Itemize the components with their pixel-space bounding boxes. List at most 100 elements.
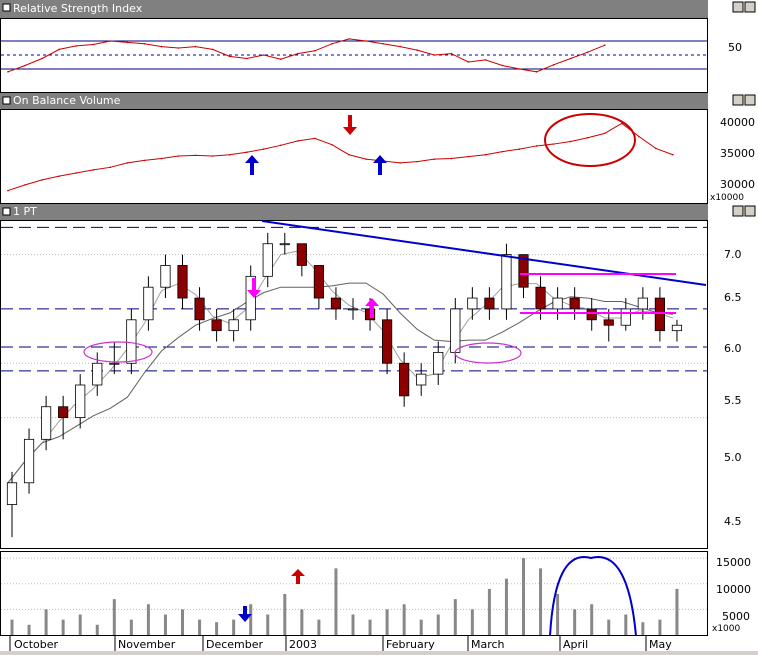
price-up-candle xyxy=(6,482,18,505)
obv-point xyxy=(501,150,504,153)
obv-point xyxy=(535,145,538,147)
month-label: October xyxy=(14,638,58,651)
month-label: April xyxy=(563,638,588,651)
volume-bar xyxy=(470,609,474,635)
obv-point xyxy=(262,148,265,150)
rsi-point xyxy=(58,48,60,51)
volume-bar xyxy=(266,614,270,635)
price-up-candle xyxy=(126,319,137,364)
obv-point xyxy=(655,147,657,150)
rsi-collapse-icon[interactable] xyxy=(2,3,11,12)
price-collapse-icon[interactable] xyxy=(2,207,11,216)
price-up-candle xyxy=(109,362,120,365)
price-down-candle xyxy=(296,243,307,266)
rsi-point xyxy=(450,52,453,55)
price-down-candle xyxy=(535,286,546,310)
obv-tick-label: 30000 xyxy=(720,178,755,191)
obv-point xyxy=(331,143,333,146)
price-up-candle xyxy=(552,297,563,310)
rsi-point xyxy=(552,64,555,66)
rsi-point xyxy=(365,40,367,42)
price-down-candle xyxy=(313,265,324,299)
volume-bar xyxy=(283,594,287,635)
obv-blue-up-arrow xyxy=(245,155,259,175)
obv-tick-label: 40000 xyxy=(720,116,755,129)
volume-bar xyxy=(641,622,645,635)
volume-bar xyxy=(44,609,48,635)
price-up-candle xyxy=(620,308,631,326)
obv-point xyxy=(280,144,282,147)
rsi-close-icon[interactable] xyxy=(744,1,756,13)
month-label: May xyxy=(649,638,672,651)
price-up-candle xyxy=(279,243,290,246)
price-close-icon[interactable] xyxy=(744,205,756,217)
volume-bar xyxy=(436,614,440,635)
volume-bar xyxy=(95,624,99,635)
obv-point xyxy=(467,155,470,158)
rsi-point xyxy=(160,45,163,48)
rsi-point xyxy=(603,44,606,46)
month-label: November xyxy=(118,638,176,651)
volume-tick-label: 5000 xyxy=(722,610,750,623)
price-up-candle xyxy=(450,308,461,353)
volume-bar xyxy=(419,619,423,635)
rsi-tick-label: 50 xyxy=(728,41,742,54)
obv-point xyxy=(75,172,77,174)
volume-bar xyxy=(181,609,184,635)
price-up-candle xyxy=(41,406,52,440)
rsi-point xyxy=(7,71,9,73)
obv-point xyxy=(314,137,316,140)
obv-point xyxy=(92,169,95,171)
price-up-candle xyxy=(347,308,359,311)
volume-bar xyxy=(385,609,389,635)
price-down-candle xyxy=(58,406,69,419)
obv-point xyxy=(603,132,606,135)
obv-minimize-icon[interactable] xyxy=(732,94,744,106)
obv-point xyxy=(518,148,521,150)
price-down-candle xyxy=(603,319,614,326)
volume-bar xyxy=(146,604,150,635)
price-up-candle xyxy=(501,254,512,310)
obv-point xyxy=(450,157,453,160)
price-up-candle xyxy=(160,265,171,288)
obv-point xyxy=(126,162,129,164)
obv-point xyxy=(672,153,674,156)
obv-plot xyxy=(7,122,674,192)
price-title: 1 PT xyxy=(13,205,37,218)
obv-point xyxy=(109,166,112,169)
price-up-candle xyxy=(262,243,273,277)
volume-bar xyxy=(556,594,560,635)
price-down-candle xyxy=(569,297,580,310)
price-up-candle xyxy=(228,319,239,332)
volume-bar xyxy=(573,609,577,635)
rsi-point xyxy=(314,50,316,52)
rsi-point xyxy=(484,59,487,61)
volume-bar xyxy=(317,619,321,635)
price-down-candle xyxy=(586,308,597,321)
price-tick-label: 6.5 xyxy=(724,291,742,304)
chart-window: Relative Strength Index On Balance Volum… xyxy=(0,0,758,651)
price-up-candle xyxy=(75,384,86,418)
obv-point xyxy=(143,159,146,162)
volume-bar xyxy=(504,578,508,635)
obv-collapse-icon[interactable] xyxy=(2,96,11,105)
rsi-point xyxy=(535,71,538,73)
rsi-point xyxy=(518,68,521,70)
volume-bar xyxy=(61,619,65,635)
price-minimize-icon[interactable] xyxy=(732,205,744,217)
obv-point xyxy=(194,154,197,157)
obv-point xyxy=(58,175,60,177)
volume-bar xyxy=(112,599,116,635)
obv-point xyxy=(586,136,589,139)
rsi-point xyxy=(586,51,589,53)
volume-plot xyxy=(1,557,707,635)
rsi-point xyxy=(177,47,180,49)
obv-multiplier: x10000 xyxy=(710,193,744,203)
price-tick-label: 5.0 xyxy=(724,451,742,464)
volume-bar xyxy=(351,614,355,635)
obv-close-icon[interactable] xyxy=(744,94,756,106)
rsi-minimize-icon[interactable] xyxy=(732,1,744,13)
volume-bar xyxy=(607,619,611,635)
obv-point xyxy=(245,151,248,154)
rsi-point xyxy=(143,43,146,45)
